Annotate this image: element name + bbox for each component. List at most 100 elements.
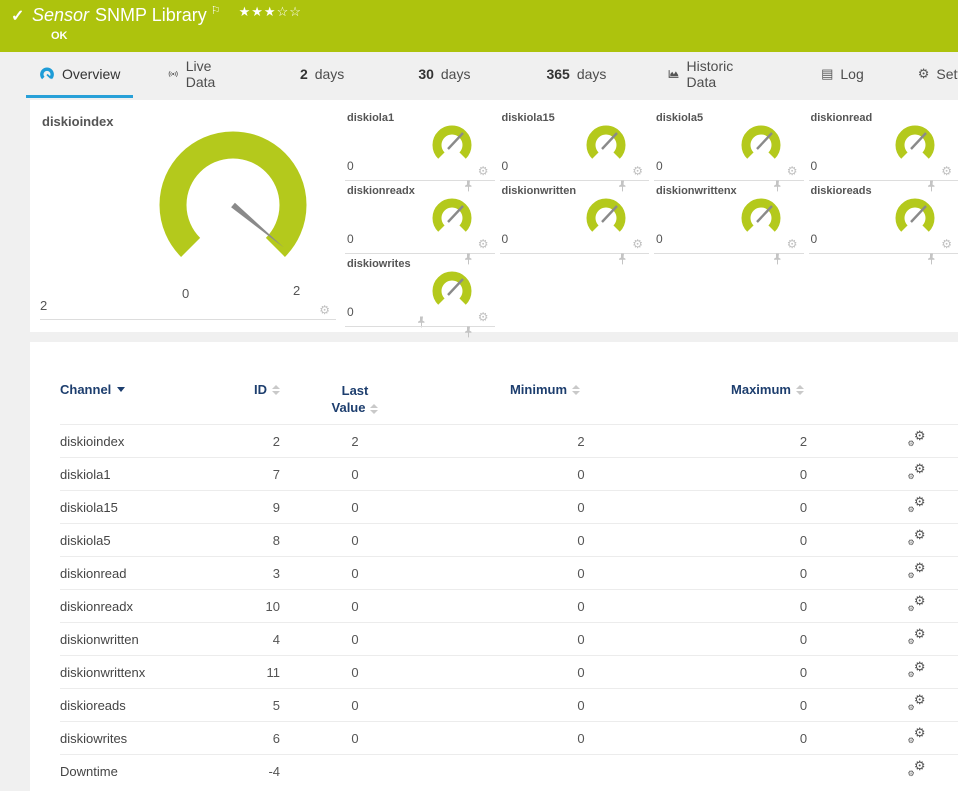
cell-channel: diskionread — [60, 565, 127, 581]
channel-settings-icon[interactable]: ⚙ ⚙ — [908, 429, 926, 448]
pin-icon[interactable] — [927, 253, 936, 265]
gauge-tile-diskionreadx[interactable]: diskionreadx 0 ⚙ — [345, 181, 495, 265]
gauge-dial — [432, 271, 471, 305]
table-row-diskiola1[interactable]: diskiola1 7 0 0 0 ⚙ ⚙ — [60, 457, 958, 490]
gauge-tile-diskionwritten[interactable]: diskionwritten 0 ⚙ — [499, 181, 649, 265]
gear-icon[interactable]: ⚙ — [941, 238, 952, 250]
cell-last-value: 0 — [351, 697, 359, 713]
cell-actions: ⚙ ⚙ — [875, 660, 958, 682]
gauge-dial — [741, 125, 780, 159]
title-text: SNMP Library — [95, 5, 207, 25]
gauge-tile-diskioreads[interactable]: diskioreads 0 ⚙ — [808, 181, 958, 265]
cell-channel: diskiola5 — [60, 532, 111, 548]
gear-icon[interactable]: ⚙ — [632, 238, 643, 250]
table-row-diskiola15[interactable]: diskiola15 9 0 0 0 ⚙ ⚙ — [60, 490, 958, 523]
gauge-title: diskioreads — [810, 185, 872, 197]
gauge-title: diskionreadx — [347, 185, 415, 197]
column-header-channel[interactable]: Channel — [60, 382, 235, 397]
gauge-title: diskiola5 — [656, 112, 704, 124]
channel-settings-icon[interactable]: ⚙ ⚙ — [908, 561, 926, 580]
cell-id: 9 — [272, 499, 280, 515]
channel-settings-icon[interactable]: ⚙ ⚙ — [908, 759, 926, 778]
tab-30-days[interactable]: 30 days — [405, 52, 483, 98]
channel-settings-icon[interactable]: ⚙ ⚙ — [908, 660, 926, 679]
cell-maximum: 0 — [799, 730, 808, 746]
flag-icon[interactable]: ⚐ — [211, 5, 221, 17]
gauge-title: diskioindex — [42, 114, 114, 129]
column-header-minimum[interactable]: Minimum — [430, 382, 660, 397]
gear-icon[interactable]: ⚙ — [478, 238, 489, 250]
table-row-diskiola5[interactable]: diskiola5 8 0 0 0 ⚙ ⚙ — [60, 523, 958, 556]
cell-id: 3 — [272, 565, 280, 581]
table-row-Downtime[interactable]: Downtime -4 ⚙ ⚙ — [60, 754, 958, 787]
table-row-diskioindex[interactable]: diskioindex 2 2 2 2 ⚙ ⚙ — [60, 424, 958, 457]
channel-settings-icon[interactable]: ⚙ ⚙ — [908, 495, 926, 514]
cell-actions: ⚙ ⚙ — [875, 693, 958, 715]
table-row-diskioreads[interactable]: diskioreads 5 0 0 0 ⚙ ⚙ — [60, 688, 958, 721]
gauge-tile-diskiola1[interactable]: diskiola1 0 ⚙ — [345, 108, 495, 192]
cell-channel: diskionreadx — [60, 598, 133, 614]
column-label: Last Value — [331, 383, 369, 415]
table-row-diskionwrittenx[interactable]: diskionwrittenx 11 0 0 0 ⚙ ⚙ — [60, 655, 958, 688]
cell-channel: diskiowrites — [60, 730, 128, 746]
gauge-value: 0 — [810, 159, 818, 173]
gear-icon[interactable]: ⚙ — [632, 165, 643, 177]
gauge-tile-diskionread[interactable]: diskionread 0 ⚙ — [808, 108, 958, 192]
gear-icon[interactable]: ⚙ — [787, 238, 798, 250]
gauge-tile-actions: ⚙ — [773, 165, 798, 192]
table-row-diskiowrites[interactable]: diskiowrites 6 0 0 0 ⚙ ⚙ — [60, 721, 958, 754]
channel-settings-icon[interactable]: ⚙ ⚙ — [908, 528, 926, 547]
channel-settings-icon[interactable]: ⚙ ⚙ — [908, 693, 926, 712]
gear-icon: ⚙ — [917, 66, 930, 81]
cell-channel: diskiola15 — [60, 499, 118, 515]
cell-id: 2 — [272, 433, 280, 449]
gauge-title: diskiola15 — [501, 112, 555, 124]
gauge-tile-diskiola5[interactable]: diskiola5 0 ⚙ — [654, 108, 804, 192]
column-label: Maximum — [731, 382, 791, 397]
gear-icon[interactable]: ⚙ — [941, 165, 952, 177]
gauge-tile-diskioindex[interactable]: diskioindex 0 2 2 ⚙ — [40, 108, 425, 328]
tab-historic-data[interactable]: Historic Data — [655, 52, 752, 98]
tab-label: days — [576, 65, 607, 82]
table-row-diskionwritten[interactable]: diskionwritten 4 0 0 0 ⚙ ⚙ — [60, 622, 958, 655]
sort-icon — [572, 384, 581, 395]
channel-table-panel: Channel ID Last Value Minimum Maximum di… — [30, 342, 958, 791]
tab-settings[interactable]: ⚙ Settings — [905, 52, 958, 98]
gauge-value: 0 — [347, 232, 354, 246]
gauge-tile-diskiola15[interactable]: diskiola15 0 ⚙ — [499, 108, 649, 192]
priority-stars[interactable]: ★★★☆☆ — [239, 4, 302, 19]
stars-empty[interactable]: ☆☆ — [277, 4, 302, 19]
gauges-panel: diskioindex 0 2 2 ⚙ diskiola1 0 ⚙ diskio… — [30, 100, 958, 338]
tab-log[interactable]: ▤ Log — [808, 52, 877, 98]
channel-settings-icon[interactable]: ⚙ ⚙ — [908, 462, 926, 481]
cell-channel: diskionwrittenx — [60, 664, 146, 680]
channel-settings-icon[interactable]: ⚙ ⚙ — [908, 726, 926, 745]
tab-365-days[interactable]: 365 days — [533, 52, 619, 98]
gauge-min-label: 0 — [182, 286, 190, 301]
tab-overview[interactable]: Overview — [26, 52, 134, 98]
table-row-diskionreadx[interactable]: diskionreadx 10 0 0 0 ⚙ ⚙ — [60, 589, 958, 622]
channel-settings-icon[interactable]: ⚙ ⚙ — [908, 594, 926, 613]
gear-icon[interactable]: ⚙ — [478, 165, 489, 177]
gear-icon[interactable]: ⚙ — [787, 165, 798, 177]
tab-label: Settings — [936, 65, 958, 82]
pin-icon[interactable] — [773, 253, 782, 265]
column-header-maximum[interactable]: Maximum — [660, 382, 875, 397]
gear-icon[interactable]: ⚙ — [478, 311, 489, 323]
gauge-value: 0 — [501, 159, 509, 173]
column-header-last-value[interactable]: Last Value — [280, 382, 430, 416]
table-row-diskionread[interactable]: diskionread 3 0 0 0 ⚙ ⚙ — [60, 556, 958, 589]
gauge-tile-diskionwrittenx[interactable]: diskionwrittenx 0 ⚙ — [654, 181, 804, 265]
pin-icon[interactable] — [618, 253, 627, 265]
column-label: ID — [254, 382, 267, 397]
gear-icon[interactable]: ⚙ — [319, 304, 330, 316]
tab-live-data[interactable]: Live Data — [155, 52, 235, 98]
gauge-tile-actions: ⚙ — [619, 165, 643, 192]
column-header-id[interactable]: ID — [235, 382, 280, 397]
stars-filled[interactable]: ★★★ — [239, 4, 277, 19]
gauge-tile-diskiowrites[interactable]: diskiowrites 0 ⚙ — [345, 254, 495, 338]
gauge-tile-actions: ⚙ — [319, 304, 425, 328]
pin-icon[interactable] — [464, 326, 473, 338]
channel-settings-icon[interactable]: ⚙ ⚙ — [908, 627, 926, 646]
tab-2-days[interactable]: 2 days — [287, 52, 357, 98]
